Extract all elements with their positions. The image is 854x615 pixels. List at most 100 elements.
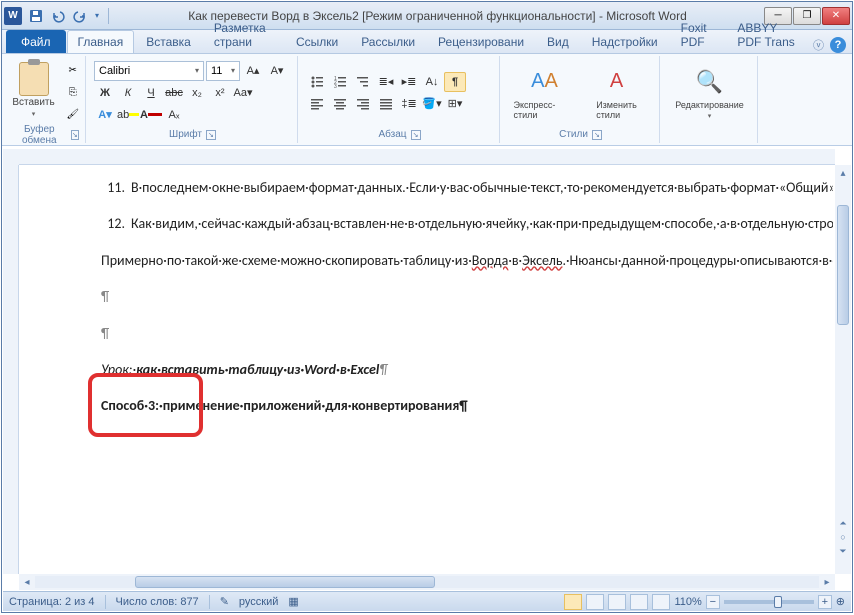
- tab-view[interactable]: Вид: [536, 30, 580, 53]
- font-name-combo[interactable]: Calibri▾: [94, 61, 204, 81]
- status-word-count[interactable]: Число слов: 877: [116, 596, 199, 608]
- ruler-vertical[interactable]: [3, 165, 19, 574]
- tab-references[interactable]: Ссылки: [285, 30, 349, 53]
- tab-review[interactable]: Рецензировани: [427, 30, 535, 53]
- justify-button[interactable]: [375, 94, 397, 114]
- scroll-thumb[interactable]: [837, 205, 849, 325]
- tab-addins[interactable]: Надстройки: [581, 30, 669, 53]
- italic-button[interactable]: К: [117, 83, 139, 103]
- zoom-out-button[interactable]: −: [706, 595, 720, 609]
- view-reading-button[interactable]: [586, 594, 604, 610]
- grow-font-button[interactable]: A▴: [242, 61, 264, 81]
- quick-styles-button[interactable]: AA Экспресс-стили: [510, 64, 580, 122]
- strikethrough-button[interactable]: abc: [163, 83, 185, 103]
- align-right-button[interactable]: [352, 94, 374, 114]
- browse-object-icon[interactable]: ○: [835, 530, 851, 544]
- zoom-fit-icon[interactable]: ⊕: [836, 595, 845, 608]
- styles-label: Стили: [559, 129, 588, 140]
- change-case-button[interactable]: Aa▾: [232, 83, 254, 103]
- highlight-button[interactable]: ab: [117, 105, 139, 125]
- font-color-button[interactable]: A: [140, 105, 162, 125]
- tab-home[interactable]: Главная: [67, 30, 135, 53]
- increase-indent-button[interactable]: ▸≣: [398, 72, 420, 92]
- decrease-indent-button[interactable]: ≣◂: [375, 72, 397, 92]
- change-styles-button[interactable]: A Изменить стили: [582, 64, 652, 122]
- scroll-up-icon[interactable]: ▴: [835, 165, 851, 181]
- bold-button[interactable]: Ж: [94, 83, 116, 103]
- empty-paragraph: ¶: [101, 286, 753, 308]
- save-button[interactable]: [26, 6, 46, 26]
- scroll-right-icon[interactable]: ▸: [819, 574, 835, 590]
- prev-page-icon[interactable]: ⏶: [835, 516, 851, 530]
- view-draft-button[interactable]: [652, 594, 670, 610]
- underline-button[interactable]: Ч: [140, 83, 162, 103]
- chevron-down-icon: ▾: [227, 66, 235, 75]
- ruler-horizontal[interactable]: [19, 149, 835, 165]
- spellcheck-word: Ворда: [472, 252, 509, 269]
- status-page[interactable]: Страница: 2 из 4: [9, 596, 95, 608]
- borders-button[interactable]: ⊞▾: [444, 94, 466, 114]
- tab-mailings[interactable]: Рассылки: [350, 30, 426, 53]
- tab-abbyy[interactable]: ABBYY PDF Trans: [726, 16, 812, 53]
- clipboard-icon: [19, 62, 49, 96]
- paragraph-dialog-launcher[interactable]: ↘: [411, 130, 421, 140]
- zoom-level[interactable]: 110%: [674, 596, 701, 608]
- line-spacing-button[interactable]: ‡≣: [398, 94, 420, 114]
- text-effects-button[interactable]: A▾: [94, 105, 116, 125]
- separator: [108, 8, 109, 24]
- proofing-icon[interactable]: ✎: [220, 595, 229, 608]
- zoom-slider[interactable]: [724, 600, 814, 604]
- font-size-combo[interactable]: 11▾: [206, 61, 240, 81]
- document-content[interactable]: 11. В·последнем·окне·выбираем·формат·дан…: [21, 167, 833, 442]
- cut-button[interactable]: ✂: [63, 61, 83, 81]
- next-page-icon[interactable]: ⏷: [835, 544, 851, 558]
- scrollbar-vertical[interactable]: ▴ ⏶ ○ ⏷: [835, 165, 851, 574]
- bullets-button[interactable]: [306, 72, 328, 92]
- scroll-left-icon[interactable]: ◂: [19, 574, 35, 590]
- shading-button[interactable]: 🪣▾: [421, 94, 443, 114]
- multilevel-list-button[interactable]: [352, 72, 374, 92]
- group-font: Calibri▾ 11▾ A▴ A▾ Ж К Ч abc x₂ x² Aa▾: [88, 56, 298, 143]
- styles-icon: AA: [529, 66, 561, 98]
- document-page[interactable]: 11. В·последнем·окне·выбираем·формат·дан…: [21, 167, 833, 572]
- superscript-button[interactable]: x²: [209, 83, 231, 103]
- shrink-font-button[interactable]: A▾: [266, 61, 288, 81]
- sort-button[interactable]: A↓: [421, 72, 443, 92]
- scroll-thumb[interactable]: [135, 576, 435, 588]
- view-web-button[interactable]: [608, 594, 626, 610]
- numbering-button[interactable]: 123: [329, 72, 351, 92]
- status-language[interactable]: русский: [239, 596, 278, 608]
- zoom-in-button[interactable]: +: [818, 595, 832, 609]
- paste-button[interactable]: Вставить ▾: [8, 61, 58, 120]
- undo-button[interactable]: [48, 6, 68, 26]
- redo-button[interactable]: [70, 6, 90, 26]
- scrollbar-horizontal[interactable]: ◂ ▸: [19, 574, 835, 590]
- styles-dialog-launcher[interactable]: ↘: [592, 130, 602, 140]
- help-icon[interactable]: ?: [830, 37, 846, 53]
- tab-file[interactable]: Файл: [6, 30, 66, 53]
- qat-customize-icon[interactable]: ▾: [92, 6, 102, 26]
- font-dialog-launcher[interactable]: ↘: [206, 130, 216, 140]
- ribbon-tabs: Файл Главная Вставка Разметка страни Ссы…: [2, 30, 852, 54]
- tab-foxit[interactable]: Foxit PDF: [670, 16, 726, 53]
- show-marks-button[interactable]: ¶: [444, 72, 466, 92]
- tab-insert[interactable]: Вставка: [135, 30, 202, 53]
- macro-icon[interactable]: ▦: [288, 595, 298, 608]
- align-left-button[interactable]: [306, 94, 328, 114]
- clear-formatting-button[interactable]: Aₓ: [163, 105, 185, 125]
- view-outline-button[interactable]: [630, 594, 648, 610]
- format-painter-button[interactable]: 🖌: [63, 105, 83, 125]
- spellcheck-word: Эксель: [522, 252, 562, 269]
- copy-button[interactable]: ⎘: [63, 83, 83, 103]
- tab-layout[interactable]: Разметка страни: [203, 16, 284, 53]
- clipboard-dialog-launcher[interactable]: ↘: [71, 130, 79, 140]
- word-icon: W: [4, 7, 22, 25]
- subscript-button[interactable]: x₂: [186, 83, 208, 103]
- find-button[interactable]: 🔍 Редактирование ▾: [671, 64, 748, 122]
- group-editing: 🔍 Редактирование ▾: [662, 56, 758, 143]
- close-button[interactable]: ✕: [822, 7, 850, 25]
- view-print-layout-button[interactable]: [564, 594, 582, 610]
- zoom-thumb[interactable]: [774, 596, 782, 608]
- ribbon-minimize-icon[interactable]: ⓥ: [813, 37, 824, 53]
- align-center-button[interactable]: [329, 94, 351, 114]
